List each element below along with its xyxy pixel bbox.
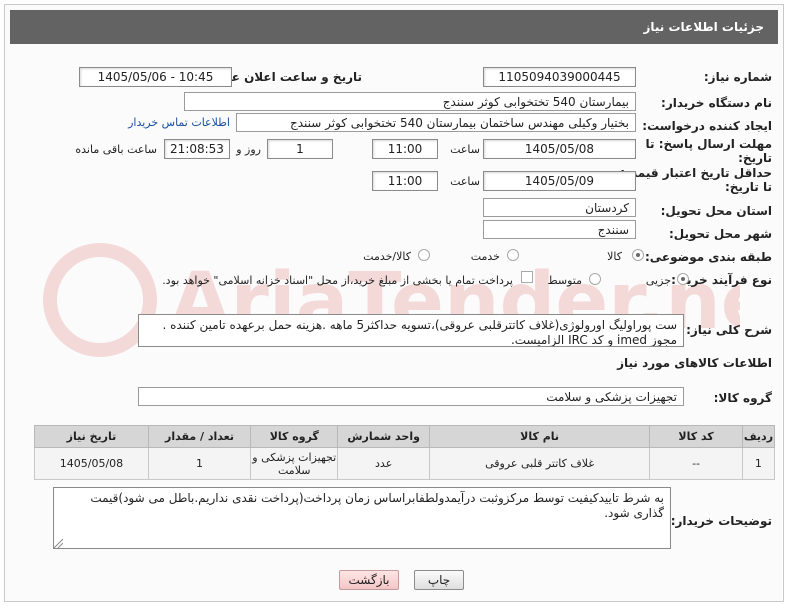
goods-info-title: اطلاعات کالاهای مورد نیاز: [617, 356, 772, 370]
page-header: جزئیات اطلاعات نیاز: [10, 10, 778, 44]
process-option-medium: متوسط: [547, 274, 582, 287]
deadline-time-label: ساعت: [450, 143, 480, 156]
resize-grip-icon[interactable]: [54, 539, 63, 548]
category-radio-service[interactable]: [507, 249, 519, 261]
category-option-service: خدمت: [470, 250, 500, 263]
summary-textarea[interactable]: ست پوراولیگ اورولوژی(غلاف کاتترقلبی عروق…: [138, 314, 684, 347]
category-option-goods: کالا: [607, 250, 622, 263]
cell-item-code: --: [649, 447, 743, 480]
category-radio-goods[interactable]: [632, 249, 644, 261]
deadline-label: مهلت ارسال پاسخ: تا: [645, 137, 773, 151]
treasury-payment-note: پرداخت تمام یا بخشی از مبلغ خرید،از محل …: [162, 274, 513, 287]
category-label: طبقه بندی موضوعی:: [644, 250, 772, 264]
buyer-notes-label: توضیحات خریدار:: [670, 514, 772, 528]
treasury-payment-checkbox[interactable]: [521, 271, 533, 283]
process-option-minor: جزیی: [645, 274, 671, 287]
remaining-time-label: ساعت باقی مانده: [75, 143, 157, 156]
deadline-days-label: روز و: [236, 143, 261, 156]
process-radio-minor[interactable]: [677, 273, 689, 285]
deadline-date-field: 1405/05/08: [483, 139, 636, 159]
province-label: استان محل تحویل:: [660, 204, 772, 218]
col-unit: واحد شمارش: [337, 425, 430, 448]
cell-row-number: 1: [741, 447, 776, 480]
price-validity-label: حداقل تاریخ اعتبار قیمت:: [620, 166, 772, 180]
need-number-field: 1105094039000445: [483, 67, 636, 87]
category-radio-goods-service[interactable]: [418, 249, 430, 261]
cell-unit: عدد: [337, 447, 430, 480]
table-row: 1 -- غلاف کاتتر قلبی عروقی عدد تجهیزات پ…: [34, 447, 776, 480]
price-validity-label-2: تا تاریخ:: [724, 180, 772, 194]
back-button[interactable]: بازگشت: [339, 570, 399, 590]
price-validity-date-field: 1405/05/09: [483, 171, 636, 191]
col-item-code: کد کالا: [649, 425, 743, 448]
buyer-notes-textarea[interactable]: به شرط تاییدکیفیت توسط مرکزوثبت درآیمدول…: [53, 487, 671, 549]
col-goods-group: گروه کالا: [250, 425, 339, 448]
process-radio-medium[interactable]: [589, 273, 601, 285]
announce-field: 1405/05/06 - 10:45: [79, 67, 232, 87]
goods-table: ردیف کد کالا نام کالا واحد شمارش گروه کا…: [34, 425, 776, 480]
cell-need-date: 1405/05/08: [34, 447, 149, 480]
need-number-label: شماره نیاز:: [703, 70, 772, 84]
cell-item-name: غلاف کاتتر قلبی عروقی: [428, 447, 651, 480]
buyer-org-field: بیمارستان 540 تختخوابی کوثر سنندج: [184, 92, 636, 111]
goods-group-label: گروه کالا:: [713, 391, 772, 405]
deadline-time-field: 11:00: [372, 139, 438, 159]
col-need-date: تاریخ نیاز: [34, 425, 149, 448]
province-field: کردستان: [483, 198, 636, 217]
cell-goods-group: تجهیزات پزشکی و سلامت: [250, 447, 339, 480]
col-item-name: نام کالا: [428, 425, 651, 448]
col-quantity: تعداد / مقدار: [147, 425, 252, 448]
deadline-days-field: 1: [267, 139, 333, 159]
category-option-goods-service: کالا/خدمت: [363, 250, 411, 263]
city-field: سنندج: [483, 220, 636, 239]
buyer-org-label: نام دستگاه خریدار:: [661, 96, 772, 110]
city-label: شهر محل تحویل:: [668, 227, 772, 241]
price-validity-time-label: ساعت: [450, 175, 480, 188]
requester-label: ایجاد کننده درخواست:: [642, 119, 772, 133]
goods-table-header: ردیف کد کالا نام کالا واحد شمارش گروه کا…: [34, 425, 776, 448]
print-button[interactable]: چاپ: [414, 570, 464, 590]
summary-label: شرح کلی نیاز:: [686, 323, 772, 337]
requester-field: بختیار وکیلی مهندس ساختمان بیمارستان 540…: [236, 113, 636, 132]
goods-group-field: تجهیزات پزشکی و سلامت: [138, 387, 684, 406]
remaining-time-field: 21:08:53: [164, 139, 230, 159]
col-row-number: ردیف: [741, 425, 776, 448]
price-validity-time-field: 11:00: [372, 171, 438, 191]
cell-quantity: 1: [147, 447, 252, 480]
buyer-contact-link[interactable]: اطلاعات تماس خریدار: [128, 116, 230, 129]
deadline-label-2: تاریخ:: [738, 151, 772, 165]
